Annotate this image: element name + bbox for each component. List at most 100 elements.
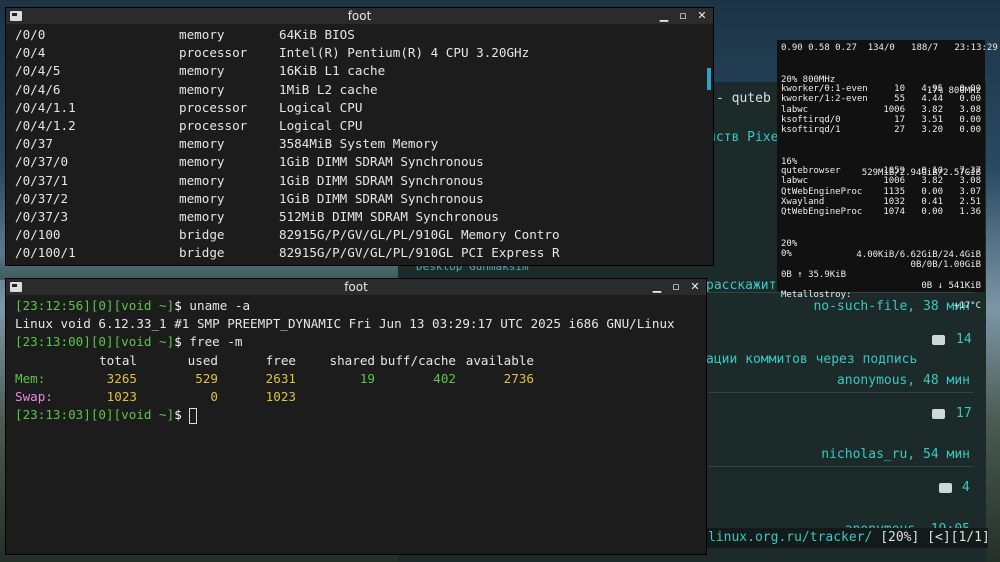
conky-mem: 16% 529MiB/2.94GiB/2.57GiB: [781, 146, 981, 178]
free-column-header: total: [99, 352, 137, 368]
comment-icon: [939, 483, 952, 493]
conky-disk2: 0% 0B/0B/1.00GiB: [781, 238, 981, 270]
close-button[interactable]: ✕: [686, 279, 704, 295]
lshw-path: /0/37/0: [15, 154, 69, 170]
comment-count[interactable]: 14: [956, 332, 972, 347]
conky-cpu: 20% 800MHz 17% 800MHz: [781, 64, 981, 96]
process-name: QtWebEngineProc: [781, 207, 863, 218]
scrollbar[interactable]: [707, 68, 711, 90]
free-column-header: free: [265, 352, 296, 368]
lshw-path: /0/4: [15, 45, 46, 61]
weather-place: Metallostroy:: [781, 290, 852, 300]
free-header-row: total used free shared buff/cache available: [6, 352, 706, 370]
lshw-class: processor: [179, 99, 248, 115]
lshw-description: 82915G/P/GV/GL/PL/910GL PCI Express R: [279, 245, 560, 261]
swap-value: 0: [210, 388, 218, 404]
mem-value: 19: [359, 370, 375, 386]
prompt-dollar: $: [174, 334, 182, 350]
browser-statusbar: linux.org.ru/tracker/ [20%] [<][1/1]: [706, 528, 990, 548]
lshw-row: /0/37/0 memory 1GiB DIMM SDRAM Synchronous: [6, 153, 713, 171]
mem-value: 3265: [106, 370, 137, 386]
prompt: [23:13:00][0][void ~]: [15, 334, 175, 350]
conky-process-row: QtWebEngineProc 1074 0.00 1.36: [781, 207, 981, 218]
prompt-line: [23:12:56][0][void ~]$ uname -a: [6, 297, 706, 315]
free-column-header: shared: [329, 352, 376, 368]
browser-link[interactable]: йств Pixe: [708, 130, 778, 145]
tracker-author[interactable]: nicholas_ru, 54 мин: [821, 447, 970, 462]
window-title: foot: [347, 9, 372, 23]
lshw-row: /0/37/3 memory 512MiB DIMM SDRAM Synchrono…: [6, 208, 713, 226]
mem-value: 2736: [503, 370, 534, 386]
lshw-path: /0/37/3: [15, 208, 69, 224]
lshw-row: /0/4/5 memory 16KiB L1 cache: [6, 62, 713, 80]
weather-temp: +17°C: [953, 301, 981, 311]
lshw-class: memory: [179, 136, 225, 152]
status-back: [<]: [927, 530, 951, 545]
terminal-icon: [10, 282, 22, 292]
lshw-path: /0/100/1: [15, 245, 76, 261]
process-cpu: 3.20: [921, 125, 943, 136]
lshw-description: 512MiB DIMM SDRAM Synchronous: [279, 208, 499, 224]
lshw-description: Logical CPU: [279, 117, 363, 133]
conky-process-row: ksoftirqd/1 27 3.20 0.00: [781, 125, 981, 136]
cursor[interactable]: [189, 407, 198, 424]
process-cpu: 0.00: [921, 207, 943, 218]
lshw-path: /0/100: [15, 227, 61, 243]
terminal-icon: [10, 11, 22, 21]
lshw-class: memory: [179, 208, 225, 224]
window-title: foot: [344, 280, 368, 294]
tracker-title[interactable]: ации коммитов через подпись: [706, 352, 917, 367]
lshw-description: 1GiB DIMM SDRAM Synchronous: [279, 190, 484, 206]
comment-count[interactable]: 4: [962, 480, 970, 495]
lshw-row: /0/37/2 memory 1GiB DIMM SDRAM Synchronous: [6, 190, 713, 208]
prompt-dollar: $: [174, 298, 182, 313]
divider: [708, 392, 974, 393]
prompt-line[interactable]: [23:13:03][0][void ~]$: [6, 406, 706, 424]
mem-label: Mem:: [15, 370, 46, 386]
lshw-description: Intel(R) Pentium(R) 4 CPU 3.20GHz: [279, 45, 530, 61]
swap-label: Swap:: [15, 388, 53, 404]
maximize-button[interactable]: ▫: [674, 8, 692, 24]
lshw-class: memory: [179, 63, 225, 79]
lshw-description: 1GiB DIMM SDRAM Synchronous: [279, 172, 484, 188]
browser-tab-title[interactable]: - quteb: [716, 91, 771, 106]
lshw-description: Logical CPU: [279, 99, 363, 115]
foot-terminal-lshw[interactable]: foot ▁ ▫ ✕ /0/0 memory 64KiB BIOS/0/4 proce…: [6, 8, 713, 265]
lshw-description: 64KiB BIOS: [279, 27, 355, 42]
free-column-header: available: [465, 352, 534, 368]
titlebar[interactable]: foot ▁ ▫ ✕: [6, 8, 713, 24]
tracker-author[interactable]: no-such-file, 38 мин: [813, 299, 970, 314]
browser-text: расскажите: [706, 278, 785, 293]
lshw-class: processor: [179, 117, 248, 133]
lshw-description: 3584MiB System Memory: [279, 136, 439, 152]
process-mem: 1.36: [959, 207, 981, 218]
lshw-row: /0/100/1 bridge 82915G/P/GV/GL/PL/910GL PC…: [6, 244, 713, 262]
prompt: [23:12:56][0][void ~]: [15, 298, 175, 313]
mem-value: 402: [433, 370, 456, 386]
foot-terminal-shell[interactable]: foot ▁ ▫ ✕ [23:12:56][0][void ~]$ uname …: [6, 279, 706, 554]
swap-value: 1023: [265, 388, 296, 404]
comment-icon: [932, 335, 945, 345]
conky-net: 0B ↑ 35.9KiB 0B ↓ 541KiB: [781, 259, 981, 291]
titlebar[interactable]: foot ▁ ▫ ✕: [6, 279, 706, 295]
lshw-row: /0/0 memory 64KiB BIOS: [6, 26, 713, 44]
free-column-header: used: [187, 352, 218, 368]
prompt-line: [23:13:00][0][void ~]$ free -m: [6, 333, 706, 351]
status-tab: [1/1]: [950, 530, 990, 545]
command: free -m: [189, 334, 243, 350]
lshw-row: /0/4/6 memory 1MiB L2 cache: [6, 81, 713, 99]
tracker-author[interactable]: anonymous, 48 мин: [837, 373, 970, 388]
minimize-button[interactable]: ▁: [655, 8, 673, 24]
divider: [708, 466, 974, 467]
close-button[interactable]: ✕: [693, 8, 711, 24]
lshw-class: bridge: [179, 227, 225, 243]
lshw-description: 82915G/P/GV/GL/PL/910GL Memory Contro: [279, 227, 560, 243]
lshw-row: /0/4/1.1 processor Logical CPU: [6, 99, 713, 117]
lshw-class: memory: [179, 172, 225, 188]
maximize-button[interactable]: ▫: [667, 279, 685, 295]
minimize-button[interactable]: ▁: [648, 279, 666, 295]
comment-count[interactable]: 17: [956, 406, 972, 421]
process-pid: 27: [894, 125, 905, 136]
lshw-row: /0/4 processor Intel(R) Pentium(R) 4 CPU 3…: [6, 44, 713, 62]
lshw-description: 1GiB DIMM SDRAM Synchronous: [279, 154, 484, 170]
